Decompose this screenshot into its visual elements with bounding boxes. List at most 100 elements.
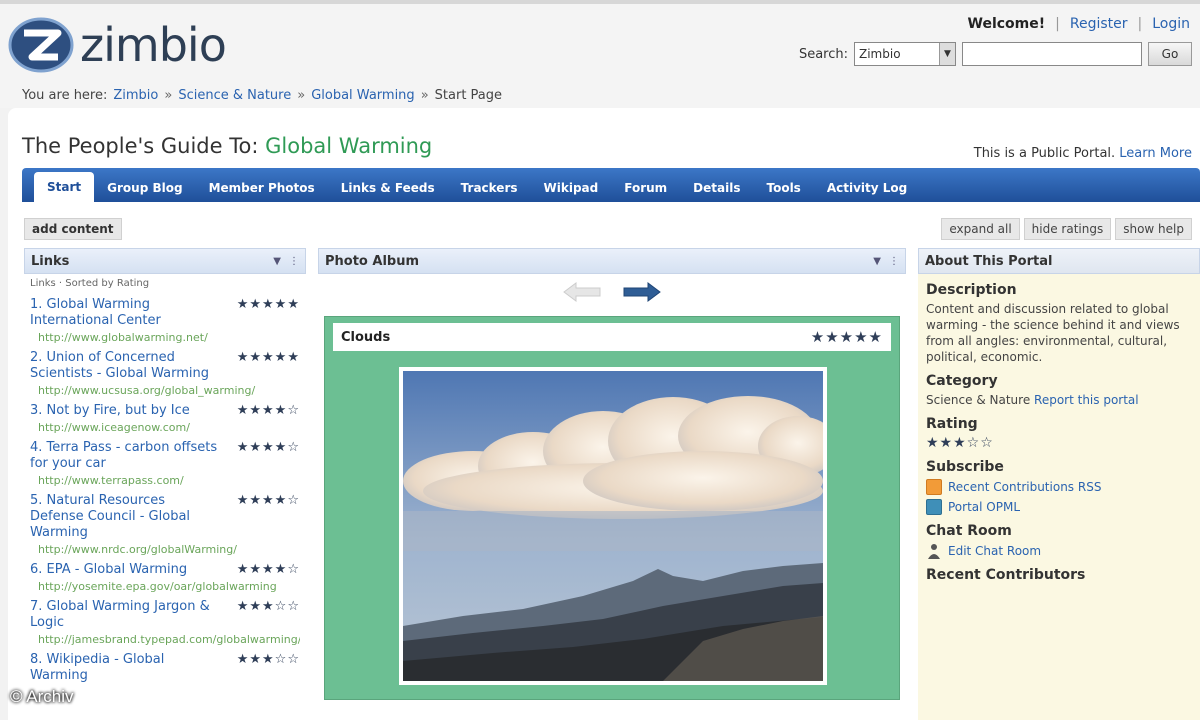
show-help-button[interactable]: show help <box>1115 218 1192 240</box>
category-heading: Category <box>926 373 998 389</box>
breadcrumb-item-global-warming[interactable]: Global Warming <box>311 88 414 103</box>
top-nav: Welcome! | Register | Login <box>968 16 1190 32</box>
description-text: Content and discussion related to global… <box>926 302 1180 364</box>
link-url[interactable]: http://jamesbrand.typepad.com/globalwarm… <box>30 633 300 646</box>
star-rating[interactable]: ★★★☆☆ <box>237 652 300 667</box>
rss-row[interactable]: Recent Contributions RSS <box>926 479 1192 495</box>
register-link[interactable]: Register <box>1070 16 1128 32</box>
hide-ratings-button[interactable]: hide ratings <box>1023 218 1112 240</box>
breadcrumb-prefix: You are here: <box>22 88 108 103</box>
category-value[interactable]: Science & Nature <box>926 393 1030 407</box>
star-rating[interactable]: ★★★★☆ <box>237 440 300 455</box>
logo-text: zimbio <box>80 18 227 72</box>
person-icon <box>928 544 940 559</box>
breadcrumb: You are here: Zimbio » Science & Nature … <box>22 88 502 103</box>
list-item: 6. EPA - Global Warming ★★★★☆ http://yos… <box>24 560 306 593</box>
opml-icon <box>926 499 942 515</box>
clouds-photo[interactable] <box>399 367 827 685</box>
nav-separator: | <box>1137 16 1143 32</box>
tab-activity-log[interactable]: Activity Log <box>814 174 920 202</box>
list-item: 1. Global Warming International Center ★… <box>24 295 306 344</box>
tab-forum[interactable]: Forum <box>611 174 680 202</box>
list-item: 4. Terra Pass - carbon offsets for your … <box>24 438 306 487</box>
star-rating[interactable]: ★★★★☆ <box>237 562 300 577</box>
rating-heading: Rating <box>926 416 978 432</box>
link-title[interactable]: 1. Global Warming International Center <box>30 297 220 329</box>
link-title[interactable]: 7. Global Warming Jargon & Logic <box>30 599 220 631</box>
add-content-button[interactable]: add content <box>24 218 122 240</box>
welcome-text: Welcome! <box>967 16 1046 32</box>
zimbio-logo-icon <box>8 17 74 73</box>
search-input[interactable] <box>962 42 1142 66</box>
breadcrumb-separator: » <box>297 88 306 103</box>
star-rating[interactable]: ★★★★☆ <box>237 493 300 508</box>
tab-details[interactable]: Details <box>680 174 753 202</box>
tab-member-photos[interactable]: Member Photos <box>196 174 328 202</box>
go-button[interactable]: Go <box>1148 42 1192 66</box>
report-portal-link[interactable]: Report this portal <box>1034 393 1139 407</box>
link-title[interactable]: 2. Union of Concerned Scientists - Globa… <box>30 350 220 382</box>
breadcrumb-item-science[interactable]: Science & Nature <box>178 88 291 103</box>
tab-tools[interactable]: Tools <box>753 174 813 202</box>
edit-chat-room-link[interactable]: Edit Chat Room <box>948 544 1041 558</box>
list-item: 2. Union of Concerned Scientists - Globa… <box>24 348 306 397</box>
about-body: Description Content and discussion relat… <box>918 274 1200 592</box>
search-scope-select[interactable]: Zimbio ▼ <box>854 42 956 66</box>
chat-room-row[interactable]: Edit Chat Room <box>926 543 1192 559</box>
chevron-down-icon: ▼ <box>939 43 955 65</box>
portal-star-rating[interactable]: ★★★☆☆ <box>926 435 1192 451</box>
zimbio-logo[interactable]: zimbio <box>8 16 227 74</box>
next-arrow-icon[interactable] <box>622 281 662 303</box>
link-title[interactable]: 4. Terra Pass - carbon offsets for your … <box>30 440 220 472</box>
links-sort-note: Links · Sorted by Rating <box>30 278 150 289</box>
rss-feed-icon <box>926 479 942 495</box>
collapse-icon[interactable]: ▼ <box>273 256 281 267</box>
link-title[interactable]: 8. Wikipedia - Global Warming <box>30 652 220 684</box>
view-controls: expand all hide ratings show help <box>941 218 1192 240</box>
portal-topic[interactable]: Global Warming <box>265 134 432 158</box>
learn-more-link[interactable]: Learn More <box>1119 146 1192 161</box>
drag-handle-icon[interactable]: ⋮ <box>289 256 299 267</box>
list-item: 7. Global Warming Jargon & Logic ★★★☆☆ h… <box>24 597 306 646</box>
drag-handle-icon[interactable]: ⋮ <box>889 256 899 267</box>
opml-row[interactable]: Portal OPML <box>926 499 1192 515</box>
expand-all-button[interactable]: expand all <box>941 218 1020 240</box>
link-url[interactable]: http://www.iceagenow.com/ <box>30 421 300 434</box>
star-rating[interactable]: ★★★★☆ <box>237 403 300 418</box>
list-item: 5. Natural Resources Defense Council - G… <box>24 491 306 556</box>
link-url[interactable]: http://www.globalwarming.net/ <box>30 331 300 344</box>
link-url[interactable]: http://www.nrdc.org/globalWarming/ <box>30 543 300 556</box>
rss-link[interactable]: Recent Contributions RSS <box>948 480 1101 494</box>
links-module-header: Links ▼ ⋮ <box>24 248 306 274</box>
star-rating[interactable]: ★★★★★ <box>811 328 883 346</box>
previous-arrow-icon[interactable] <box>562 281 602 303</box>
collapse-icon[interactable]: ▼ <box>873 256 881 267</box>
photo-album-header: Photo Album ▼ ⋮ <box>318 248 906 274</box>
login-link[interactable]: Login <box>1152 16 1190 32</box>
album-navigation <box>318 274 906 310</box>
star-rating[interactable]: ★★★★★ <box>237 350 300 365</box>
link-title[interactable]: 5. Natural Resources Defense Council - G… <box>30 493 220 541</box>
opml-link[interactable]: Portal OPML <box>948 500 1020 514</box>
subscribe-heading: Subscribe <box>926 459 1004 475</box>
link-url[interactable]: http://www.terrapass.com/ <box>30 474 300 487</box>
breadcrumb-current: Start Page <box>434 88 503 103</box>
tab-start[interactable]: Start <box>34 172 95 202</box>
search-label: Search: <box>798 46 848 62</box>
link-url[interactable]: http://www.ucsusa.org/global_warming/ <box>30 384 300 397</box>
link-title[interactable]: 6. EPA - Global Warming <box>30 562 220 578</box>
breadcrumb-separator: » <box>164 88 173 103</box>
archiv-watermark: © Archiv <box>10 687 74 706</box>
tab-links-feeds[interactable]: Links & Feeds <box>328 174 448 202</box>
star-rating[interactable]: ★★★★★ <box>237 297 300 312</box>
tab-group-blog[interactable]: Group Blog <box>94 174 195 202</box>
tab-wikipad[interactable]: Wikipad <box>531 174 612 202</box>
star-rating[interactable]: ★★★☆☆ <box>237 599 300 614</box>
link-url[interactable]: http://yosemite.epa.gov/oar/globalwarmin… <box>30 580 300 593</box>
links-module-title: Links <box>31 253 70 269</box>
page-title: The People's Guide To: Global Warming <box>22 134 432 158</box>
link-title[interactable]: 3. Not by Fire, but by Ice <box>30 403 220 419</box>
breadcrumb-item-zimbio[interactable]: Zimbio <box>113 88 158 103</box>
portal-tab-bar: Start Group Blog Member Photos Links & F… <box>22 168 1200 202</box>
tab-trackers[interactable]: Trackers <box>448 174 531 202</box>
